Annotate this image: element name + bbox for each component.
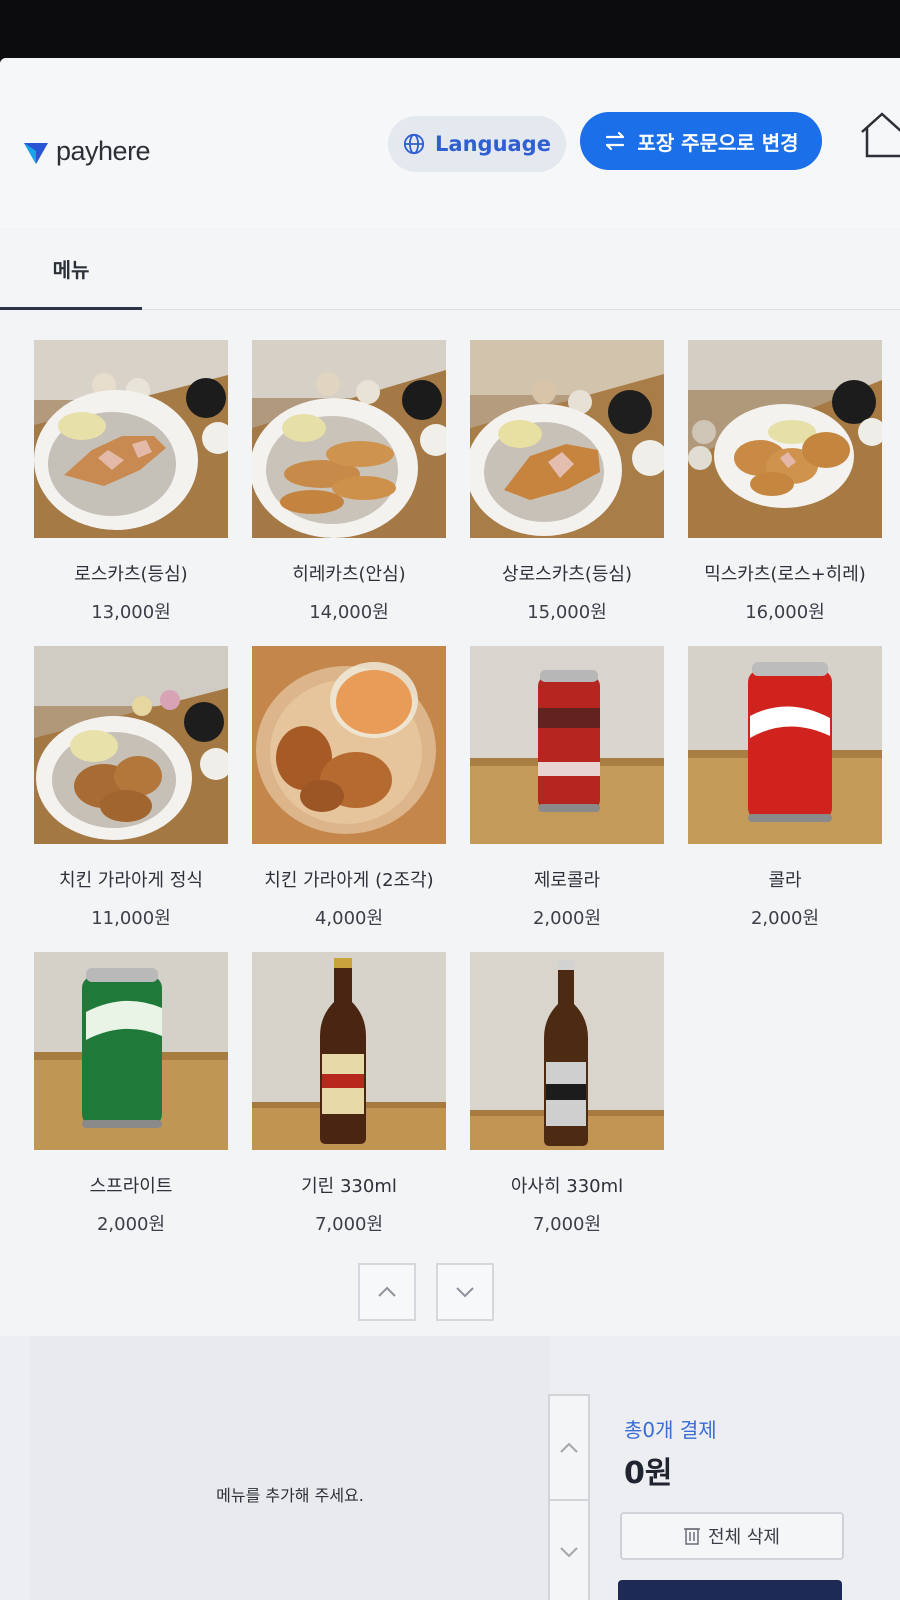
pay-button[interactable] <box>618 1580 842 1600</box>
tenderloin-cutlet-set-photo <box>252 340 446 538</box>
payhere-logo-icon <box>24 142 48 164</box>
cart-list: 메뉴를 추가해 주세요. <box>30 1336 550 1600</box>
cart-empty-message: 메뉴를 추가해 주세요. <box>216 1486 364 1505</box>
menu-item[interactable]: 믹스카츠(로스+히레) 16,000원 <box>680 340 890 624</box>
menu-item[interactable]: 스프라이트 2,000원 <box>26 952 236 1236</box>
menu-item[interactable]: 콜라 2,000원 <box>680 646 890 930</box>
menu-item[interactable]: 상로스카츠(등심) 15,000원 <box>462 340 672 624</box>
swap-arrows-icon <box>606 131 625 151</box>
menu-item-name: 믹스카츠(로스+히레) <box>704 564 866 585</box>
chevron-down-icon <box>560 1546 578 1557</box>
menu-item-price: 2,000원 <box>750 908 820 929</box>
order-count-label: 총0개 결제 <box>624 1418 717 1442</box>
menu-item-name: 치킨 가라아게 (2조각) <box>264 870 434 891</box>
payhere-logo: payhere <box>22 136 151 167</box>
chevron-up-icon <box>560 1442 578 1453</box>
menu-item-price: 14,000원 <box>309 602 389 623</box>
premium-loin-cutlet-set-photo <box>470 340 664 538</box>
menu-item-name: 기린 330ml <box>301 1176 397 1197</box>
chicken-karaage-set-photo <box>34 646 228 844</box>
page-down-button[interactable] <box>436 1263 494 1321</box>
menu-item[interactable]: 제로콜라 2,000원 <box>462 646 672 930</box>
trash-icon <box>684 1528 701 1545</box>
chevron-up-icon <box>378 1286 396 1297</box>
menu-item[interactable]: 히레카츠(안심) 14,000원 <box>244 340 454 624</box>
cart-scroll-buttons <box>548 1394 590 1600</box>
cart-scroll-up-button[interactable] <box>550 1396 588 1499</box>
takeout-label: 포장 주문으로 변경 <box>637 130 799 155</box>
menu-item[interactable]: 치킨 가라아게 (2조각) 4,000원 <box>244 646 454 930</box>
sprite-can-photo <box>34 952 228 1150</box>
asahi-beer-bottle-photo <box>470 952 664 1150</box>
chicken-karaage-photo <box>252 646 446 844</box>
menu-item-name: 콜라 <box>768 870 802 891</box>
menu-item[interactable]: 기린 330ml 7,000원 <box>244 952 454 1236</box>
globe-icon <box>403 133 425 155</box>
chevron-down-icon <box>456 1287 474 1298</box>
menu-item-price: 7,000원 <box>314 1214 384 1235</box>
language-label: Language <box>435 132 551 156</box>
menu-item-price: 2,000원 <box>96 1214 166 1235</box>
menu-item-price: 7,000원 <box>532 1214 602 1235</box>
menu-item[interactable]: 로스카츠(등심) 13,000원 <box>26 340 236 624</box>
home-icon[interactable] <box>860 110 900 158</box>
menu-item-name: 로스카츠(등심) <box>74 564 188 585</box>
takeout-order-button[interactable]: 포장 주문으로 변경 <box>580 112 822 170</box>
clear-all-button[interactable]: 전체 삭제 <box>620 1512 844 1560</box>
menu-item-name: 스프라이트 <box>89 1176 173 1197</box>
pork-cutlet-set-photo <box>34 340 228 538</box>
menu-grid: 로스카츠(등심) 13,000원 히레카츠(안심) 14,000원 상로스카츠(… <box>26 340 900 1236</box>
menu-item-price: 13,000원 <box>91 602 171 623</box>
menu-item-price: 2,000원 <box>532 908 602 929</box>
coca-cola-zero-can-photo <box>470 646 664 844</box>
menu-item-price: 16,000원 <box>745 602 825 623</box>
menu-item-name: 치킨 가라아게 정식 <box>59 870 203 891</box>
cart-panel: 메뉴를 추가해 주세요. 총0개 결제 0원 전체 삭제 <box>0 1336 900 1600</box>
menu-item-price: 11,000원 <box>91 908 171 929</box>
menu-item-name: 제로콜라 <box>533 870 601 891</box>
cart-scroll-down-button[interactable] <box>550 1499 588 1600</box>
clear-all-label: 전체 삭제 <box>708 1527 780 1548</box>
language-button[interactable]: Language <box>388 116 566 172</box>
page-up-button[interactable] <box>358 1263 416 1321</box>
menu-item-name: 히레카츠(안심) <box>292 564 406 585</box>
category-tabs: 메뉴 <box>0 230 900 310</box>
logo-text: payhere <box>56 136 151 166</box>
tab-menu[interactable]: 메뉴 <box>0 230 142 310</box>
order-total: 0원 <box>624 1456 673 1491</box>
menu-item-name: 아사히 330ml <box>510 1176 624 1197</box>
menu-item[interactable]: 아사히 330ml 7,000원 <box>462 952 672 1236</box>
coca-cola-can-photo <box>688 646 882 844</box>
menu-item[interactable]: 치킨 가라아게 정식 11,000원 <box>26 646 236 930</box>
mixed-cutlet-set-photo <box>688 340 882 538</box>
menu-item-price: 4,000원 <box>314 908 384 929</box>
menu-item-price: 15,000원 <box>527 602 607 623</box>
kiosk-screen: payhere Language 포장 주문으로 변경 메뉴 로스카츠(등심) … <box>0 58 900 1600</box>
menu-item-name: 상로스카츠(등심) <box>502 564 632 585</box>
kirin-beer-bottle-photo <box>252 952 446 1150</box>
header: payhere Language 포장 주문으로 변경 <box>0 58 900 228</box>
